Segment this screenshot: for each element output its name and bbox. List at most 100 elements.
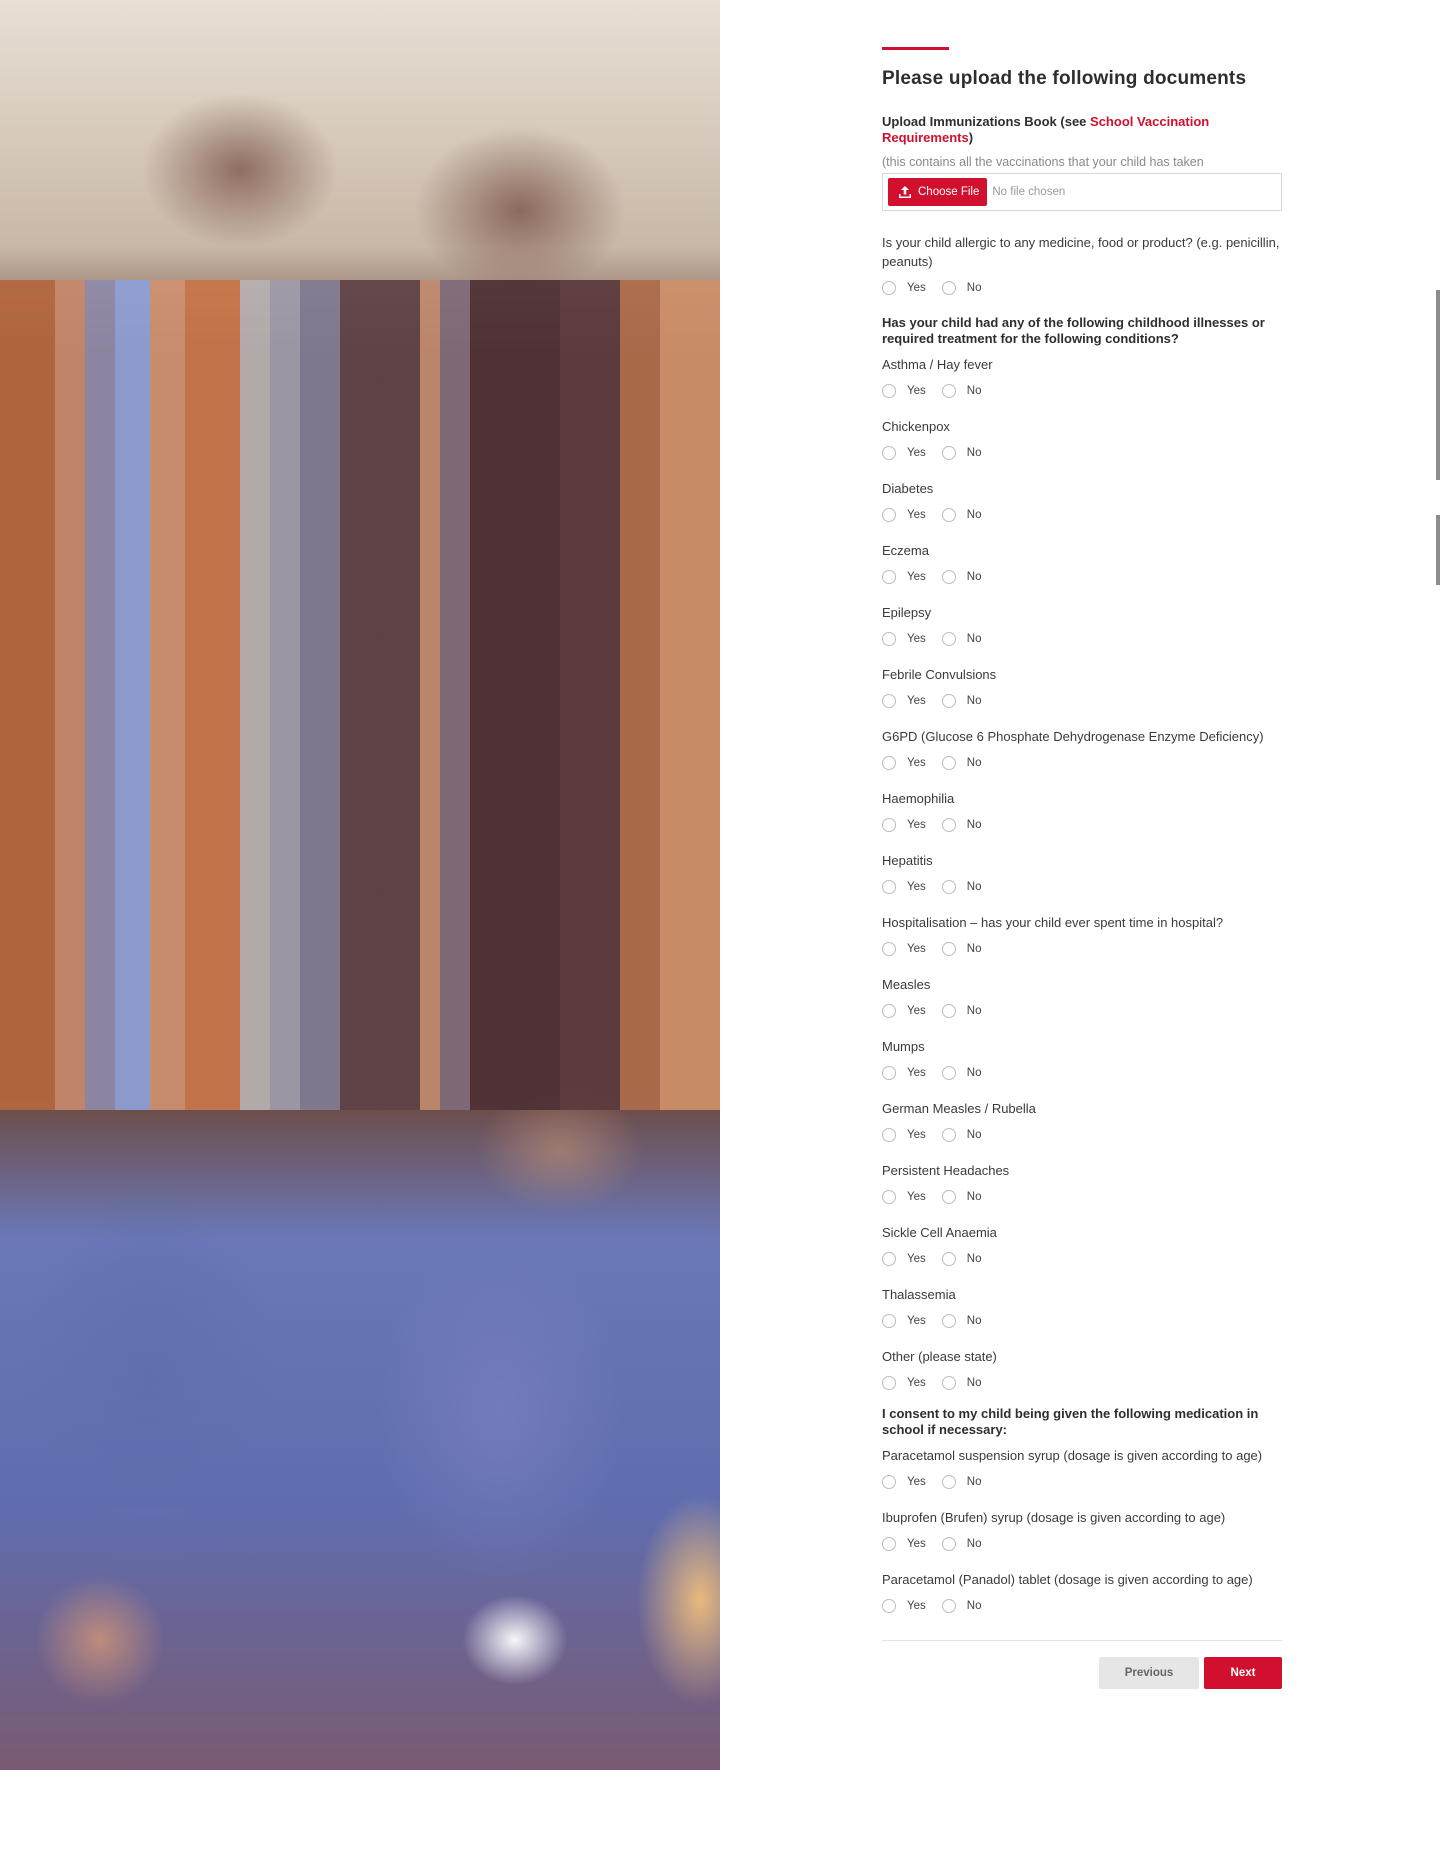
previous-button[interactable]: Previous bbox=[1099, 1657, 1199, 1689]
radio-yes[interactable]: Yes bbox=[882, 880, 926, 894]
radio-yes[interactable]: Yes bbox=[882, 1066, 926, 1080]
radio-no[interactable]: No bbox=[941, 281, 981, 295]
radio-yes[interactable]: Yes bbox=[882, 281, 926, 295]
radio-circle[interactable] bbox=[941, 818, 956, 832]
scrollbar-thumb[interactable] bbox=[1436, 515, 1440, 585]
radio-circle[interactable] bbox=[941, 942, 956, 956]
radio-circle[interactable] bbox=[941, 384, 956, 398]
radio-yes[interactable]: Yes bbox=[882, 1475, 926, 1489]
radio-no[interactable]: No bbox=[941, 694, 981, 708]
radio-no-label: No bbox=[966, 1005, 982, 1017]
radio-no[interactable]: No bbox=[941, 1376, 981, 1390]
radio-yes[interactable]: Yes bbox=[882, 1252, 926, 1266]
radio-yes[interactable]: Yes bbox=[882, 384, 926, 398]
radio-yes[interactable]: Yes bbox=[882, 1314, 926, 1328]
radio-circle[interactable] bbox=[882, 632, 896, 646]
radio-circle[interactable] bbox=[941, 756, 956, 770]
radio-circle[interactable] bbox=[941, 1004, 956, 1018]
radio-circle[interactable] bbox=[882, 384, 896, 398]
radio-no[interactable]: No bbox=[941, 756, 981, 770]
radio-circle[interactable] bbox=[941, 1252, 956, 1266]
radio-yes-label: Yes bbox=[907, 943, 926, 955]
next-button[interactable]: Next bbox=[1204, 1657, 1282, 1689]
radio-no[interactable]: No bbox=[941, 1475, 981, 1489]
upload-label-suffix: ) bbox=[968, 130, 974, 145]
radio-yes[interactable]: Yes bbox=[882, 508, 926, 522]
radio-circle[interactable] bbox=[882, 570, 896, 584]
radio-circle[interactable] bbox=[941, 694, 956, 708]
radio-circle[interactable] bbox=[882, 1376, 896, 1390]
radio-circle[interactable] bbox=[882, 756, 896, 770]
radio-no[interactable]: No bbox=[941, 1537, 981, 1551]
radio-circle[interactable] bbox=[882, 880, 896, 894]
radio-circle[interactable] bbox=[882, 818, 896, 832]
radio-yes[interactable]: Yes bbox=[882, 1376, 926, 1390]
radio-circle[interactable] bbox=[882, 1004, 896, 1018]
radio-no[interactable]: No bbox=[941, 1004, 982, 1018]
radio-no[interactable]: No bbox=[941, 1599, 981, 1613]
file-upload-field[interactable]: Choose File No file chosen bbox=[882, 173, 1282, 211]
radio-circle[interactable] bbox=[882, 446, 896, 460]
radio-no[interactable]: No bbox=[941, 570, 981, 584]
condition-question: Febrile Convulsions bbox=[882, 667, 997, 682]
radio-no[interactable]: No bbox=[941, 384, 981, 398]
radio-circle[interactable] bbox=[941, 1128, 956, 1142]
radio-circle[interactable] bbox=[941, 446, 956, 460]
radio-yes[interactable]: Yes bbox=[882, 1537, 926, 1551]
radio-no[interactable]: No bbox=[941, 880, 981, 894]
radio-no[interactable]: No bbox=[941, 942, 981, 956]
radio-circle[interactable] bbox=[882, 1314, 896, 1328]
radio-yes[interactable]: Yes bbox=[882, 570, 926, 584]
radio-yes-label: Yes bbox=[907, 385, 926, 397]
radio-yes[interactable]: Yes bbox=[882, 694, 926, 708]
radio-yes[interactable]: Yes bbox=[882, 446, 926, 460]
radio-circle[interactable] bbox=[941, 1599, 956, 1613]
radio-yes[interactable]: Yes bbox=[882, 1004, 926, 1018]
radio-yes[interactable]: Yes bbox=[882, 632, 926, 646]
radio-circle[interactable] bbox=[941, 632, 956, 646]
allergy-question: Is your child allergic to any medicine, … bbox=[882, 235, 1280, 269]
radio-circle[interactable] bbox=[941, 281, 956, 295]
radio-no-label: No bbox=[966, 447, 982, 459]
radio-circle[interactable] bbox=[941, 1314, 956, 1328]
radio-no[interactable]: No bbox=[941, 632, 981, 646]
radio-no[interactable]: No bbox=[941, 446, 982, 460]
radio-no[interactable]: No bbox=[941, 1066, 981, 1080]
radio-no[interactable]: No bbox=[941, 1314, 981, 1328]
radio-yes[interactable]: Yes bbox=[882, 1599, 926, 1613]
radio-circle[interactable] bbox=[941, 1475, 956, 1489]
radio-yes[interactable]: Yes bbox=[882, 756, 926, 770]
radio-circle[interactable] bbox=[941, 1066, 956, 1080]
radio-circle[interactable] bbox=[882, 694, 896, 708]
radio-circle[interactable] bbox=[941, 1537, 956, 1551]
radio-no[interactable]: No bbox=[941, 1252, 981, 1266]
radio-circle[interactable] bbox=[941, 570, 956, 584]
condition-question: Asthma / Hay fever bbox=[882, 357, 993, 372]
radio-circle[interactable] bbox=[882, 1475, 896, 1489]
radio-yes[interactable]: Yes bbox=[882, 818, 926, 832]
radio-circle[interactable] bbox=[882, 508, 896, 522]
condition-radio-group: Yes No bbox=[882, 1187, 1282, 1207]
radio-circle[interactable] bbox=[941, 1376, 956, 1390]
radio-circle[interactable] bbox=[941, 508, 956, 522]
radio-yes[interactable]: Yes bbox=[882, 942, 926, 956]
condition-question: Other (please state) bbox=[882, 1349, 997, 1364]
radio-no[interactable]: No bbox=[941, 1190, 981, 1204]
radio-circle[interactable] bbox=[882, 942, 896, 956]
radio-circle[interactable] bbox=[882, 1190, 896, 1204]
radio-circle[interactable] bbox=[941, 1190, 956, 1204]
radio-circle[interactable] bbox=[882, 1537, 896, 1551]
radio-circle[interactable] bbox=[882, 1599, 896, 1613]
radio-circle[interactable] bbox=[941, 880, 956, 894]
radio-circle[interactable] bbox=[882, 1252, 896, 1266]
radio-no[interactable]: No bbox=[941, 1128, 981, 1142]
scrollbar-track[interactable] bbox=[1436, 290, 1440, 480]
choose-file-button[interactable]: Choose File bbox=[888, 178, 988, 206]
radio-yes[interactable]: Yes bbox=[882, 1190, 926, 1204]
radio-yes[interactable]: Yes bbox=[882, 1128, 926, 1142]
radio-circle[interactable] bbox=[882, 1128, 896, 1142]
radio-circle[interactable] bbox=[882, 281, 896, 295]
radio-no[interactable]: No bbox=[941, 508, 981, 522]
radio-circle[interactable] bbox=[882, 1066, 896, 1080]
radio-no[interactable]: No bbox=[941, 818, 981, 832]
